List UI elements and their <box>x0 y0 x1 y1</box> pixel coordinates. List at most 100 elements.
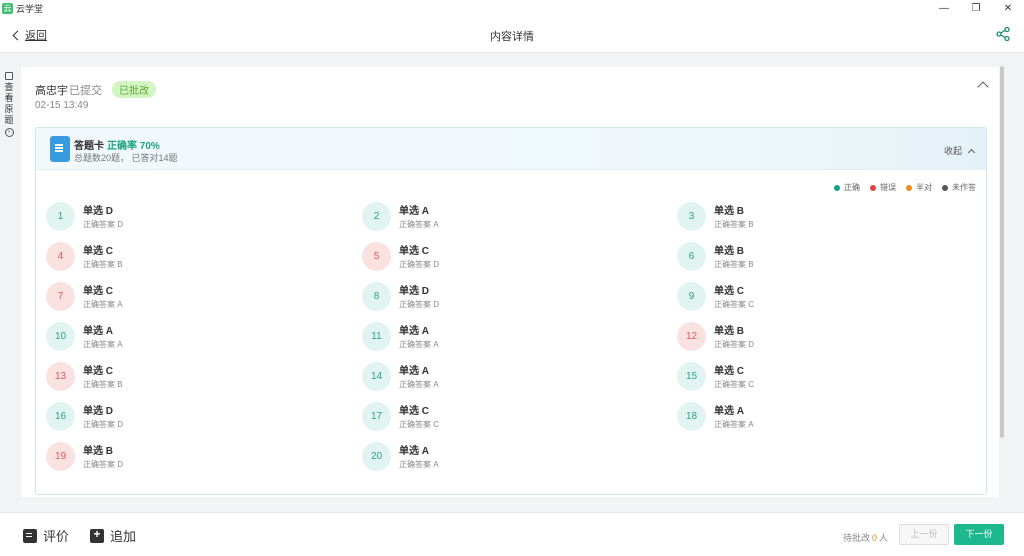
question-number: 14 <box>362 362 391 391</box>
question-type: 单选 A <box>399 206 429 217</box>
question-type: 单选 A <box>399 326 429 337</box>
legend-dot-icon <box>906 184 912 191</box>
correct-answer: 正确答案 B <box>83 380 123 389</box>
correct-answer: 正确答案 B <box>714 220 754 229</box>
question-number: 15 <box>677 362 706 391</box>
status-legend: 正确 错误 半对 未作答 <box>834 182 976 193</box>
question-type: 单选 B <box>83 446 113 457</box>
correct-answer: 正确答案 D <box>714 340 754 349</box>
answer-card-title: 答题卡 正确率 70% <box>74 137 160 152</box>
question-number: 6 <box>677 242 706 271</box>
legend-item: 未作答 <box>942 182 976 193</box>
arrow-right-circle-icon: › <box>4 128 14 137</box>
pending-count: 0 <box>872 533 878 543</box>
correct-answer: 正确答案 A <box>399 380 439 389</box>
question-number: 20 <box>362 442 391 471</box>
submission-header: 高忠宇 已提交 已批改 <box>35 81 156 98</box>
collapse-button[interactable]: 收起 <box>943 144 976 157</box>
legend-label: 错误 <box>880 183 896 192</box>
collapse-label: 收起 <box>943 146 962 156</box>
next-button[interactable]: 下一份 <box>954 524 1004 545</box>
share-icon[interactable] <box>996 27 1010 41</box>
question-number: 8 <box>362 282 391 311</box>
legend-label: 正确 <box>844 183 860 192</box>
vertical-scrollbar[interactable] <box>1000 66 1004 438</box>
question-number: 4 <box>46 242 75 271</box>
correct-answer: 正确答案 A <box>399 460 439 469</box>
answer-card-panel: 答题卡 正确率 70% 总题数20题， 已答对14题 收起 正确 错误 半对 未作答 1… <box>35 127 987 495</box>
question-type: 单选 A <box>83 326 113 337</box>
pending-count-text: 待批改 0 人 <box>843 531 888 544</box>
legend-item: 错误 <box>870 182 896 193</box>
question-item[interactable]: 8 单选 D 正确答案 D <box>362 282 662 312</box>
correct-answer: 正确答案 D <box>83 460 123 469</box>
answer-card-header: 答题卡 正确率 70% 总题数20题， 已答对14题 收起 <box>36 128 986 170</box>
question-item[interactable]: 10 单选 A 正确答案 A <box>46 322 346 352</box>
correct-answer: 正确答案 A <box>714 420 754 429</box>
question-item[interactable]: 4 单选 C 正确答案 B <box>46 242 346 272</box>
student-name: 高忠宇 <box>35 84 68 97</box>
correct-answer: 正确答案 C <box>714 300 754 309</box>
window-controls: — ❐ ✕ <box>928 0 1024 16</box>
comment-button[interactable]: 评价 <box>23 526 69 545</box>
status-badge: 已批改 <box>112 81 156 98</box>
chevron-up-icon <box>967 148 976 156</box>
question-item[interactable]: 7 单选 C 正确答案 A <box>46 282 346 312</box>
legend-dot-icon <box>834 184 840 191</box>
question-item[interactable]: 14 单选 A 正确答案 A <box>362 362 662 392</box>
question-item[interactable]: 18 单选 A 正确答案 A <box>677 402 977 432</box>
page-title: 内容详情 <box>490 31 534 43</box>
question-item[interactable]: 16 单选 D 正确答案 D <box>46 402 346 432</box>
previous-button[interactable]: 上一份 <box>899 524 949 545</box>
view-original-char: 看 <box>4 93 14 103</box>
view-original-label: 查看原题 <box>4 82 13 126</box>
correct-answer: 正确答案 C <box>714 380 754 389</box>
correct-answer: 正确答案 A <box>399 220 439 229</box>
question-item[interactable]: 5 单选 C 正确答案 D <box>362 242 662 272</box>
question-item[interactable]: 1 单选 D 正确答案 D <box>46 202 346 232</box>
restore-button[interactable]: ❐ <box>960 0 992 16</box>
window-titlebar: 云 云学堂 — ❐ ✕ <box>0 0 1024 16</box>
question-item[interactable]: 12 单选 B 正确答案 D <box>677 322 977 352</box>
question-item[interactable]: 6 单选 B 正确答案 B <box>677 242 977 272</box>
question-type: 单选 C <box>399 406 429 417</box>
legend-label: 未作答 <box>952 183 976 192</box>
comment-label: 评价 <box>43 529 70 544</box>
legend-item: 正确 <box>834 182 860 193</box>
correct-answer: 正确答案 B <box>83 260 123 269</box>
question-number: 1 <box>46 202 75 231</box>
submission-status: 已提交 <box>69 84 102 97</box>
question-item[interactable]: 3 单选 B 正确答案 B <box>677 202 977 232</box>
question-number: 12 <box>677 322 706 351</box>
navbar: 返回 内容详情 <box>0 16 1024 53</box>
question-item[interactable]: 11 单选 A 正确答案 A <box>362 322 662 352</box>
append-button[interactable]: 追加 <box>90 526 136 545</box>
question-type: 单选 B <box>714 326 744 337</box>
submission-card: 高忠宇 已提交 已批改 02-15 13:49 答题卡 正确率 70% 总题数20… <box>21 67 999 497</box>
question-item[interactable]: 9 单选 C 正确答案 C <box>677 282 977 312</box>
close-button[interactable]: ✕ <box>992 0 1024 16</box>
add-comment-icon <box>90 527 104 543</box>
view-original-char: 题 <box>4 115 14 125</box>
chevron-up-icon[interactable] <box>977 81 989 93</box>
minimize-button[interactable]: — <box>928 0 960 16</box>
question-item[interactable]: 17 单选 C 正确答案 C <box>362 402 662 432</box>
correct-answer: 正确答案 D <box>399 260 439 269</box>
pending-suffix: 人 <box>879 533 889 543</box>
question-type: 单选 C <box>399 246 429 257</box>
question-item[interactable]: 20 单选 A 正确答案 A <box>362 442 662 472</box>
correct-answer: 正确答案 D <box>399 300 439 309</box>
correct-answer: 正确答案 A <box>83 340 123 349</box>
question-type: 单选 B <box>714 206 744 217</box>
question-item[interactable]: 2 单选 A 正确答案 A <box>362 202 662 232</box>
question-type: 单选 C <box>714 366 744 377</box>
question-number: 16 <box>46 402 75 431</box>
view-original-tab[interactable]: 查看原题 › <box>2 72 16 137</box>
question-item[interactable]: 19 单选 B 正确答案 D <box>46 442 346 472</box>
question-item[interactable]: 15 单选 C 正确答案 C <box>677 362 977 392</box>
app-logo-icon: 云 <box>2 2 13 14</box>
question-item[interactable]: 13 单选 C 正确答案 B <box>46 362 346 392</box>
legend-dot-icon <box>870 184 876 191</box>
question-type: 单选 C <box>83 366 113 377</box>
view-original-char: 查 <box>4 82 14 92</box>
